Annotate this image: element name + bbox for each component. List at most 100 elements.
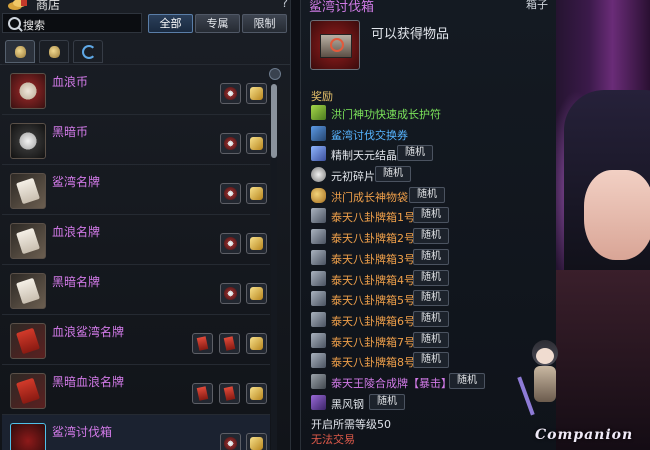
reward-name: 黑风钢 — [331, 398, 364, 411]
reward-name: 泰天八卦牌箱7号 — [331, 336, 415, 349]
search-label: 搜索 — [23, 19, 45, 32]
reward-name: 泰天八卦牌箱1号 — [331, 211, 415, 224]
filter-exclusive-button[interactable]: 专属 — [195, 14, 240, 33]
tab-pouch[interactable] — [39, 40, 69, 63]
shop-item-row[interactable]: 黑暗血浪名牌 — [2, 364, 270, 414]
cost-red-plate-icon — [192, 383, 213, 404]
bag-icon — [311, 188, 326, 203]
help-icon[interactable]: ? — [282, 0, 288, 10]
reward-name: 泰天八卦牌箱8号 — [331, 356, 415, 369]
box-icon — [311, 312, 326, 327]
item-name: 血浪币 — [52, 75, 89, 89]
reward-item: 黑风钢 随机 — [309, 394, 549, 412]
item-name: 鲨湾讨伐箱 — [52, 425, 113, 439]
fragment-icon — [311, 167, 326, 182]
random-tag: 随机 — [397, 145, 433, 161]
scrollbar-thumb[interactable] — [271, 84, 277, 158]
trade-restriction: 无法交易 — [311, 433, 355, 446]
reward-name: 泰天八卦牌箱3号 — [331, 253, 415, 266]
reward-item: 泰天王陵合成牌【暴击】 随机 — [309, 373, 549, 391]
red-plate-icon — [10, 373, 46, 409]
filter-all-button[interactable]: 全部 — [148, 14, 193, 33]
cost-gold-icon — [246, 433, 267, 450]
reward-name: 泰天八卦牌箱6号 — [331, 315, 415, 328]
shop-item-row[interactable]: 血浪币 — [2, 64, 270, 114]
item-name: 血浪名牌 — [52, 225, 101, 239]
companion-figure[interactable] — [517, 340, 570, 430]
shop-item-row[interactable]: 鲨湾名牌 — [2, 164, 270, 214]
box-icon — [311, 250, 326, 265]
filter-limited-button[interactable]: 限制 — [242, 14, 287, 33]
white-plate-icon — [10, 273, 46, 309]
random-tag: 随机 — [449, 373, 485, 389]
search-icon — [8, 17, 21, 30]
reward-item: 泰天八卦牌箱5号 随机 — [309, 290, 549, 308]
tooltip-title: 鲨湾讨伐箱 — [309, 0, 375, 15]
shop-item-row[interactable]: 血浪名牌 — [2, 214, 270, 264]
coins-icon — [6, 0, 30, 12]
shop-item-row[interactable]: 黑暗币 — [2, 114, 270, 164]
box-icon — [311, 271, 326, 286]
shop-item-row[interactable]: 血浪鲨湾名牌 — [2, 314, 270, 364]
cost-gold-icon — [246, 183, 267, 204]
random-tag: 随机 — [409, 187, 445, 203]
reward-name: 泰天八卦牌箱2号 — [331, 232, 415, 245]
cost-coin-icon — [220, 83, 241, 104]
shop-panel: 商店 ? 搜索 全部 专属 限制 血浪币 黑暗币 鲨湾名牌 血浪名牌 黑暗名牌 … — [0, 0, 291, 450]
refresh-icon — [82, 45, 96, 59]
box-icon — [311, 229, 326, 244]
reward-name: 泰天八卦牌箱5号 — [331, 294, 415, 307]
cost-red-plate-icon — [219, 333, 240, 354]
cost-coin-icon — [220, 183, 241, 204]
reward-item: 元初碎片 随机 — [309, 166, 549, 184]
reward-item: 精制天元结晶 随机 — [309, 145, 549, 163]
white-plate-icon — [10, 173, 46, 209]
tooltip-description: 可以获得物品 — [371, 27, 450, 42]
cost-red-plate-icon — [192, 333, 213, 354]
random-tag: 随机 — [369, 394, 405, 410]
random-tag: 随机 — [413, 352, 449, 368]
box-icon — [311, 353, 326, 368]
reward-item: 洪门成长神物袋 随机 — [309, 187, 549, 205]
reward-name: 元初碎片 — [331, 170, 375, 183]
cost-gold-icon — [246, 283, 267, 304]
shop-header: 商店 ? — [0, 0, 290, 12]
reward-name: 泰天王陵合成牌【暴击】 — [331, 377, 452, 390]
dark-coin-icon — [10, 123, 46, 159]
white-plate-icon — [10, 223, 46, 259]
cost-gold-icon — [246, 333, 267, 354]
category-tabs — [0, 36, 290, 65]
reward-name: 洪门神功快速成长护符 — [331, 108, 441, 121]
character-portrait — [556, 0, 650, 450]
companion-face — [536, 348, 554, 364]
cost-gold-icon — [246, 383, 267, 404]
reward-item: 泰天八卦牌箱6号 随机 — [309, 311, 549, 329]
tab-bag[interactable] — [5, 40, 35, 63]
scroll-up-icon[interactable] — [269, 68, 281, 80]
box-icon — [311, 208, 326, 223]
companion-label: Companion — [535, 427, 634, 443]
plate-icon — [311, 374, 326, 389]
reward-item: 泰天八卦牌箱8号 随机 — [309, 352, 549, 370]
sword-icon — [517, 376, 535, 416]
crystal-icon — [311, 146, 326, 161]
search-input[interactable]: 搜索 — [2, 13, 142, 33]
cost-coin-icon — [220, 233, 241, 254]
reward-item: 泰天八卦牌箱1号 随机 — [309, 207, 549, 225]
item-name: 黑暗血浪名牌 — [52, 375, 125, 389]
random-tag: 随机 — [413, 228, 449, 244]
red-coin-icon — [10, 73, 46, 109]
reward-name: 鲨湾讨伐交换券 — [331, 129, 408, 142]
tab-refresh[interactable] — [73, 40, 103, 63]
reward-item: 洪门神功快速成长护符 — [309, 104, 549, 122]
cost-gold-icon — [246, 133, 267, 154]
shop-item-row-selected[interactable]: 鲨湾讨伐箱 — [2, 414, 270, 450]
box-icon — [311, 333, 326, 348]
ticket-icon — [311, 126, 326, 141]
shop-item-row[interactable]: 黑暗名牌 — [2, 264, 270, 314]
chest-icon — [10, 423, 46, 450]
cost-coin-icon — [220, 133, 241, 154]
steel-icon — [311, 395, 326, 410]
companion-body — [534, 366, 556, 402]
item-name: 黑暗名牌 — [52, 275, 101, 289]
